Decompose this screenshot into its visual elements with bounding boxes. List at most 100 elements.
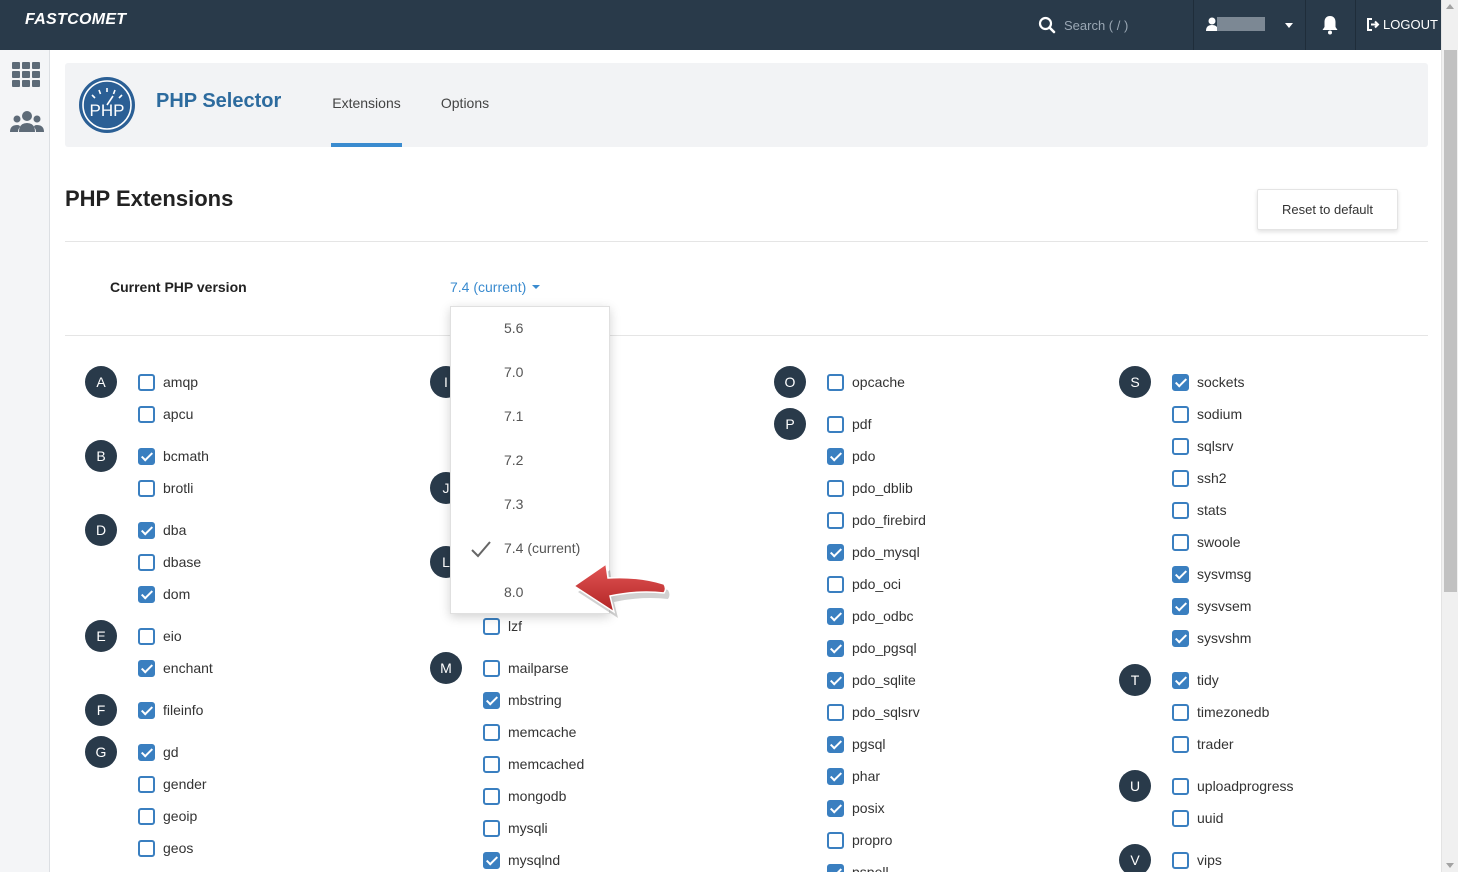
extension-item-pdo-dblib[interactable]: pdo_dblib (827, 478, 913, 498)
extension-item-pgsql[interactable]: pgsql (827, 734, 885, 754)
extension-item-pdo-pgsql[interactable]: pdo_pgsql (827, 638, 917, 658)
checkbox[interactable] (827, 671, 844, 689)
checkbox[interactable] (138, 553, 155, 571)
extension-item-sysvshm[interactable]: sysvshm (1172, 628, 1251, 648)
extension-item-pdo-sqlsrv[interactable]: pdo_sqlsrv (827, 702, 920, 722)
version-option-7-1[interactable]: 7.1 (451, 395, 609, 439)
checkbox[interactable] (827, 639, 844, 657)
scroll-down-arrow-icon[interactable] (1446, 863, 1454, 868)
extension-item-sysvsem[interactable]: sysvsem (1172, 596, 1251, 616)
extension-item-pdo-oci[interactable]: pdo_oci (827, 574, 901, 594)
extension-item-propro[interactable]: propro (827, 830, 892, 850)
extension-item-trader[interactable]: trader (1172, 734, 1234, 754)
extension-item-dom[interactable]: dom (138, 584, 190, 604)
checkbox[interactable] (138, 659, 155, 677)
search-box[interactable] (1034, 0, 1192, 50)
checkbox[interactable] (138, 627, 155, 645)
checkbox[interactable] (827, 447, 844, 465)
extension-item-phar[interactable]: phar (827, 766, 880, 786)
checkbox[interactable] (827, 415, 844, 433)
checkbox[interactable] (483, 723, 500, 741)
extension-item-uuid[interactable]: uuid (1172, 808, 1223, 828)
checkbox[interactable] (827, 703, 844, 721)
extension-item-pdo-sqlite[interactable]: pdo_sqlite (827, 670, 916, 690)
checkbox[interactable] (827, 607, 844, 625)
logout-button[interactable]: LOGOUT (1366, 17, 1438, 32)
extension-item-tidy[interactable]: tidy (1172, 670, 1219, 690)
version-option-5-6[interactable]: 5.6 (451, 307, 609, 351)
checkbox[interactable] (827, 767, 844, 785)
scroll-up-arrow-icon[interactable] (1446, 4, 1454, 9)
extension-item-fileinfo[interactable]: fileinfo (138, 700, 203, 720)
checkbox[interactable] (1172, 851, 1189, 869)
checkbox[interactable] (827, 575, 844, 593)
extension-item-brotli[interactable]: brotli (138, 478, 193, 498)
php-version-select[interactable]: 7.4 (current) (450, 279, 541, 295)
checkbox[interactable] (827, 511, 844, 529)
version-option-7-2[interactable]: 7.2 (451, 439, 609, 483)
extension-item-opcache[interactable]: opcache (827, 372, 905, 392)
user-menu[interactable] (1193, 0, 1305, 50)
extension-item-gender[interactable]: gender (138, 774, 207, 794)
fastcomet-logo[interactable]: FASTCOMET (25, 11, 126, 29)
extension-item-bcmath[interactable]: bcmath (138, 446, 209, 466)
checkbox[interactable] (483, 617, 500, 635)
extension-item-enchant[interactable]: enchant (138, 658, 213, 678)
checkbox[interactable] (1172, 735, 1189, 753)
checkbox[interactable] (1172, 777, 1189, 795)
extension-item-sockets[interactable]: sockets (1172, 372, 1244, 392)
apps-grid-icon[interactable] (10, 60, 44, 90)
checkbox[interactable] (827, 479, 844, 497)
checkbox[interactable] (827, 799, 844, 817)
extension-item-pdf[interactable]: pdf (827, 414, 871, 434)
checkbox[interactable] (1172, 437, 1189, 455)
extension-item-mongodb[interactable]: mongodb (483, 786, 566, 806)
checkbox[interactable] (138, 743, 155, 761)
checkbox[interactable] (1172, 533, 1189, 551)
reset-to-default-button[interactable]: Reset to default (1257, 189, 1398, 230)
page-scrollbar[interactable] (1441, 0, 1458, 872)
extension-item-pspell[interactable]: pspell (827, 862, 889, 872)
checkbox[interactable] (138, 447, 155, 465)
checkbox[interactable] (1172, 373, 1189, 391)
search-input[interactable] (1060, 14, 1188, 36)
extension-item-pdo-odbc[interactable]: pdo_odbc (827, 606, 914, 626)
checkbox[interactable] (1172, 469, 1189, 487)
checkbox[interactable] (1172, 501, 1189, 519)
extension-item-sysvmsg[interactable]: sysvmsg (1172, 564, 1251, 584)
checkbox[interactable] (827, 373, 844, 391)
checkbox[interactable] (1172, 671, 1189, 689)
checkbox[interactable] (138, 479, 155, 497)
checkbox[interactable] (1172, 565, 1189, 583)
extension-item-memcache[interactable]: memcache (483, 722, 576, 742)
checkbox[interactable] (1172, 629, 1189, 647)
extension-item-vips[interactable]: vips (1172, 850, 1222, 870)
extension-item-dbase[interactable]: dbase (138, 552, 201, 572)
checkbox[interactable] (827, 831, 844, 849)
checkbox[interactable] (483, 819, 500, 837)
extension-item-memcached[interactable]: memcached (483, 754, 584, 774)
extension-item-geoip[interactable]: geoip (138, 806, 197, 826)
extension-item-mbstring[interactable]: mbstring (483, 690, 562, 710)
extension-item-posix[interactable]: posix (827, 798, 885, 818)
extension-item-mysqlnd[interactable]: mysqlnd (483, 850, 560, 870)
extension-item-ssh2[interactable]: ssh2 (1172, 468, 1227, 488)
extension-item-timezonedb[interactable]: timezonedb (1172, 702, 1269, 722)
checkbox[interactable] (483, 787, 500, 805)
checkbox[interactable] (1172, 405, 1189, 423)
extension-item-lzf[interactable]: lzf (483, 616, 522, 636)
checkbox[interactable] (1172, 597, 1189, 615)
extension-item-stats[interactable]: stats (1172, 500, 1227, 520)
extension-item-uploadprogress[interactable]: uploadprogress (1172, 776, 1294, 796)
checkbox[interactable] (138, 585, 155, 603)
users-group-icon[interactable] (10, 108, 44, 138)
checkbox[interactable] (138, 839, 155, 857)
checkbox[interactable] (138, 775, 155, 793)
extension-item-mysqli[interactable]: mysqli (483, 818, 548, 838)
extension-item-dba[interactable]: dba (138, 520, 186, 540)
extension-item-mailparse[interactable]: mailparse (483, 658, 569, 678)
extension-item-apcu[interactable]: apcu (138, 404, 193, 424)
extension-item-sqlsrv[interactable]: sqlsrv (1172, 436, 1234, 456)
checkbox[interactable] (138, 521, 155, 539)
extension-item-swoole[interactable]: swoole (1172, 532, 1241, 552)
